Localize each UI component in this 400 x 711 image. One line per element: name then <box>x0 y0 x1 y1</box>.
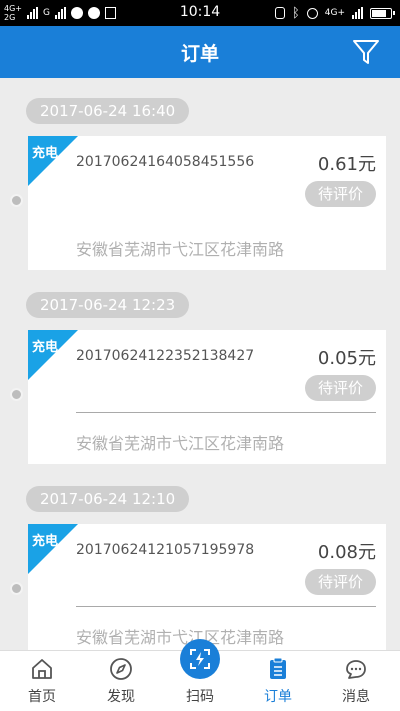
alarm-icon <box>306 7 318 19</box>
order-address: 安徽省芜湖市弋江区花津南路 <box>76 434 285 453</box>
order-address: 安徽省芜湖市弋江区花津南路 <box>76 240 285 259</box>
status-bar: 4G+ 2G G 10:14 ᛒ 4G+ <box>0 0 400 26</box>
timeline-dot <box>10 194 23 207</box>
order-number: 20170624121057195978 <box>76 542 255 558</box>
order-date: 2017-06-24 12:23 <box>26 292 190 318</box>
rate-button[interactable]: 待评价 <box>304 181 376 207</box>
order-amount: 0.61元 <box>317 154 376 175</box>
order-panel[interactable]: 充电 20170624121057195978 0.08元 待评价 安徽省芜湖市… <box>28 524 386 650</box>
signal-bars-3-icon <box>352 7 363 19</box>
order-amount: 0.05元 <box>317 348 376 369</box>
bottom-nav: 首页 发现 扫码 订单 消息 <box>0 639 400 711</box>
nav-label-home: 首页 <box>28 689 56 705</box>
compass-icon <box>110 658 132 680</box>
nav-label-messages: 消息 <box>342 689 370 705</box>
message-icon <box>346 660 366 679</box>
order-type-tag: 充电 <box>32 534 59 549</box>
order-date: 2017-06-24 16:40 <box>26 98 190 124</box>
page-title: 订单 <box>180 43 219 65</box>
order-panel[interactable]: 充电 20170624164058451556 0.61元 待评价 安徽省芜湖市… <box>28 136 386 270</box>
battery-icon <box>370 7 395 19</box>
order-item[interactable]: 2017-06-24 12:10 充电 20170624121057195978… <box>0 466 400 650</box>
order-item[interactable]: 2017-06-24 16:40 充电 20170624164058451556… <box>0 78 400 272</box>
bluetooth-icon: ᛒ <box>291 5 300 21</box>
order-list-icon <box>270 657 286 679</box>
nav-item-orders[interactable]: 订单 <box>238 651 318 711</box>
timeline-dot <box>10 388 23 401</box>
divider <box>76 412 376 413</box>
order-type-tag: 充电 <box>32 340 59 355</box>
filter-icon[interactable] <box>352 38 380 66</box>
order-list[interactable]: 2017-06-24 16:40 充电 20170624164058451556… <box>0 78 400 650</box>
nav-label-discover: 发现 <box>107 689 135 705</box>
nav-item-scan[interactable]: 扫码 <box>160 639 240 711</box>
nav-label-scan: 扫码 <box>186 689 214 705</box>
nav-label-orders: 订单 <box>264 689 292 705</box>
nav-item-home[interactable]: 首页 <box>2 651 82 711</box>
status-right: ᛒ 4G+ <box>274 3 395 23</box>
timeline-dot <box>10 582 23 595</box>
app-header: 订单 <box>0 26 400 78</box>
divider <box>76 606 376 607</box>
nav-item-discover[interactable]: 发现 <box>81 651 161 711</box>
scan-button[interactable] <box>180 639 220 679</box>
scan-icon <box>190 649 210 669</box>
order-item[interactable]: 2017-06-24 12:23 充电 20170624122352138427… <box>0 272 400 466</box>
order-panel[interactable]: 充电 20170624122352138427 0.05元 待评价 安徽省芜湖市… <box>28 330 386 464</box>
order-date: 2017-06-24 12:10 <box>26 486 190 512</box>
order-number: 20170624122352138427 <box>76 348 255 364</box>
network-type-right: 4G+ <box>324 8 345 18</box>
order-amount: 0.08元 <box>317 542 376 563</box>
order-number: 20170624164058451556 <box>76 154 255 170</box>
order-type-tag: 充电 <box>32 146 59 161</box>
rate-button[interactable]: 待评价 <box>304 375 376 401</box>
nav-item-messages[interactable]: 消息 <box>316 651 396 711</box>
nfc-icon <box>274 7 285 19</box>
rate-button[interactable]: 待评价 <box>304 569 376 595</box>
home-icon <box>32 659 52 679</box>
